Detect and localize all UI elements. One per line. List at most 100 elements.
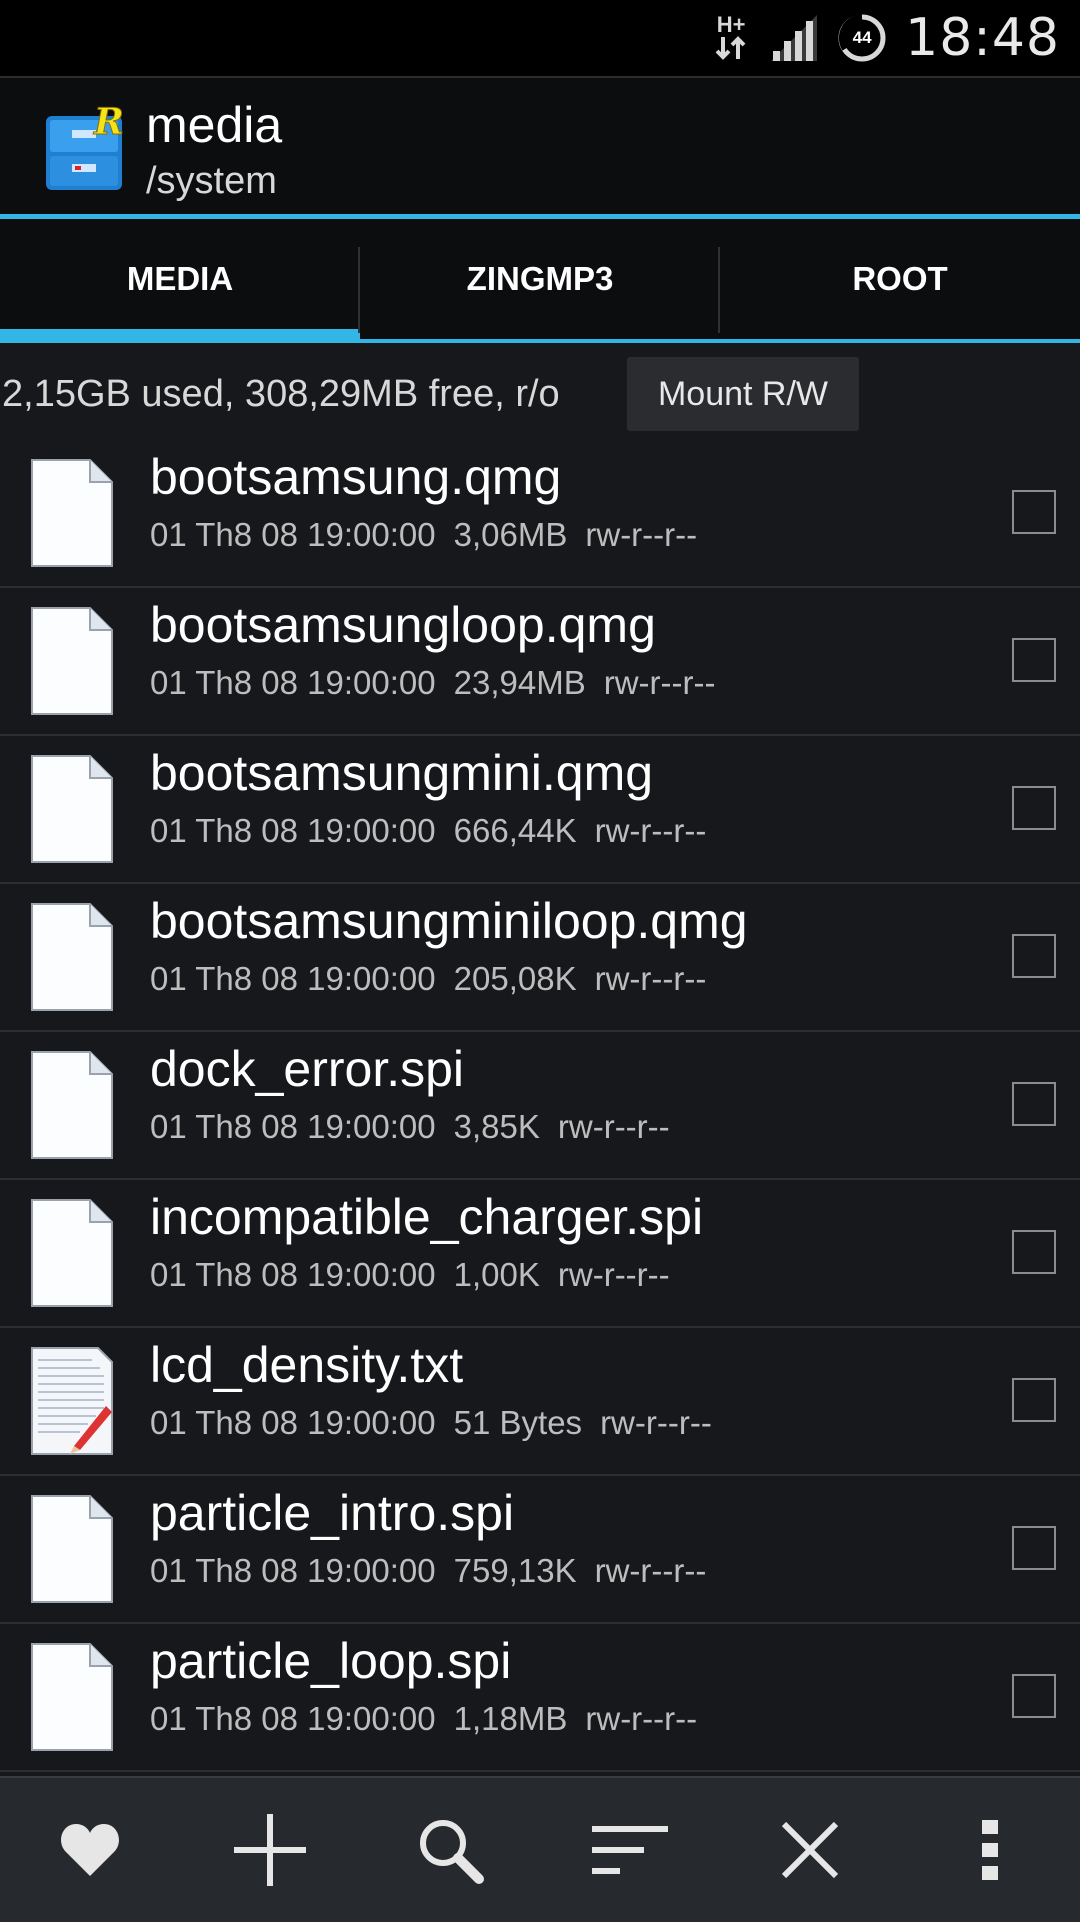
list-item[interactable]: bootsamsungmini.qmg 01 Th8 08 19:00:00 66… — [0, 736, 1080, 884]
file-size: 205,08K — [453, 960, 577, 997]
battery-icon: 44 — [837, 13, 887, 63]
file-icon — [31, 755, 113, 863]
file-permissions: rw-r--r-- — [585, 516, 698, 553]
tab-media[interactable]: MEDIA — [0, 219, 360, 343]
select-checkbox[interactable] — [1012, 934, 1056, 978]
status-bar: H+ 44 18:48 — [0, 0, 1080, 78]
list-item[interactable]: particle_intro.spi 01 Th8 08 19:00:00 759… — [0, 1476, 1080, 1624]
current-path: /system — [146, 160, 277, 202]
file-size: 666,44K — [453, 812, 577, 849]
file-size: 759,13K — [453, 1552, 577, 1589]
list-item[interactable]: lcd_density.txt 01 Th8 08 19:00:00 51 Byt… — [0, 1328, 1080, 1476]
file-permissions: rw-r--r-- — [557, 1256, 670, 1293]
file-date: 01 Th8 08 19:00:00 — [150, 812, 436, 849]
select-checkbox[interactable] — [1012, 786, 1056, 830]
select-checkbox[interactable] — [1012, 638, 1056, 682]
file-size: 3,85K — [453, 1108, 540, 1145]
file-name: bootsamsung.qmg — [150, 449, 562, 505]
file-icon — [31, 1051, 113, 1159]
select-checkbox[interactable] — [1012, 1674, 1056, 1718]
file-permissions: rw-r--r-- — [594, 812, 707, 849]
file-date: 01 Th8 08 19:00:00 — [150, 1552, 436, 1589]
file-size: 1,00K — [453, 1256, 540, 1293]
network-type: H+ — [716, 12, 746, 37]
close-icon — [781, 1821, 839, 1879]
file-name: particle_intro.spi — [150, 1485, 515, 1541]
heart-icon — [61, 1824, 119, 1876]
plus-icon — [234, 1814, 306, 1886]
file-icon — [31, 459, 113, 567]
file-meta: 01 Th8 08 19:00:00 759,13K rw-r--r-- — [150, 1552, 724, 1590]
tab-bar: MEDIA ZINGMP3 ROOT — [0, 219, 1080, 343]
list-item[interactable]: particle_loop.spi 01 Th8 08 19:00:00 1,18… — [0, 1624, 1080, 1772]
file-meta: 01 Th8 08 19:00:00 3,85K rw-r--r-- — [150, 1108, 688, 1146]
file-meta: 01 Th8 08 19:00:00 23,94MB rw-r--r-- — [150, 664, 733, 702]
file-date: 01 Th8 08 19:00:00 — [150, 516, 436, 553]
file-list: bootsamsung.qmg 01 Th8 08 19:00:00 3,06MB… — [0, 440, 1080, 1776]
new-item-button[interactable] — [210, 1790, 330, 1910]
file-date: 01 Th8 08 19:00:00 — [150, 960, 436, 997]
text-file-icon — [31, 1347, 113, 1455]
file-name: lcd_density.txt — [150, 1337, 464, 1393]
sort-icon — [592, 1826, 668, 1874]
file-permissions: rw-r--r-- — [594, 1552, 707, 1589]
file-date: 01 Th8 08 19:00:00 — [150, 664, 436, 701]
overflow-menu-button[interactable] — [930, 1790, 1050, 1910]
select-checkbox[interactable] — [1012, 1082, 1056, 1126]
file-meta: 01 Th8 08 19:00:00 1,00K rw-r--r-- — [150, 1256, 688, 1294]
select-checkbox[interactable] — [1012, 1526, 1056, 1570]
file-name: dock_error.spi — [150, 1041, 465, 1097]
favorites-button[interactable] — [30, 1790, 150, 1910]
tab-label: MEDIA — [126, 260, 234, 297]
sort-button[interactable] — [570, 1790, 690, 1910]
signal-icon — [771, 15, 818, 61]
select-checkbox[interactable] — [1012, 1230, 1056, 1274]
file-name: incompatible_charger.spi — [150, 1189, 704, 1245]
select-checkbox[interactable] — [1012, 1378, 1056, 1422]
list-item[interactable]: bootsamsung.qmg 01 Th8 08 19:00:00 3,06MB… — [0, 440, 1080, 588]
list-item[interactable]: bootsamsungminiloop.qmg 01 Th8 08 19:00:… — [0, 884, 1080, 1032]
file-date: 01 Th8 08 19:00:00 — [150, 1700, 436, 1737]
file-permissions: rw-r--r-- — [585, 1700, 698, 1737]
action-bar: R media /system — [0, 78, 1080, 219]
file-meta: 01 Th8 08 19:00:00 205,08K rw-r--r-- — [150, 960, 724, 998]
file-permissions: rw-r--r-- — [594, 960, 707, 997]
list-item[interactable]: incompatible_charger.spi 01 Th8 08 19:00… — [0, 1180, 1080, 1328]
file-permissions: rw-r--r-- — [557, 1108, 670, 1145]
tab-zingmp3[interactable]: ZINGMP3 — [360, 219, 720, 343]
file-date: 01 Th8 08 19:00:00 — [150, 1108, 436, 1145]
file-permissions: rw-r--r-- — [600, 1404, 712, 1441]
file-date: 01 Th8 08 19:00:00 — [150, 1256, 436, 1293]
overflow-menu-icon — [982, 1820, 998, 1880]
file-meta: 01 Th8 08 19:00:00 1,18MB rw-r--r-- — [150, 1700, 715, 1738]
search-icon — [420, 1820, 484, 1884]
list-item[interactable]: dock_error.spi 01 Th8 08 19:00:00 3,85K rw… — [0, 1032, 1080, 1180]
page-title: media — [146, 97, 283, 153]
close-button[interactable] — [750, 1790, 870, 1910]
search-button[interactable] — [390, 1790, 510, 1910]
file-icon — [31, 1643, 113, 1751]
app-logo-icon[interactable]: R — [42, 102, 126, 194]
svg-text:R: R — [93, 102, 124, 143]
file-permissions: rw-r--r-- — [603, 664, 716, 701]
storage-info-bar: 2,15GB used, 308,29MB free, r/o Mount R/… — [0, 343, 1080, 443]
mount-rw-button[interactable]: Mount R/W — [627, 357, 859, 431]
file-name: bootsamsungminiloop.qmg — [150, 893, 748, 949]
file-meta: 01 Th8 08 19:00:00 666,44K rw-r--r-- — [150, 812, 724, 850]
file-date: 01 Th8 08 19:00:00 — [150, 1404, 436, 1441]
file-icon — [31, 1495, 113, 1603]
select-checkbox[interactable] — [1012, 490, 1056, 534]
tab-root[interactable]: ROOT — [720, 219, 1080, 343]
clock: 18:48 — [905, 8, 1060, 68]
storage-usage-text: 2,15GB used, 308,29MB free, r/o — [2, 373, 560, 415]
file-name: particle_loop.spi — [150, 1633, 512, 1689]
list-item[interactable]: bootsamsungloop.qmg 01 Th8 08 19:00:00 23… — [0, 588, 1080, 736]
file-icon — [31, 1199, 113, 1307]
file-name: bootsamsungmini.qmg — [150, 745, 654, 801]
file-meta: 01 Th8 08 19:00:00 3,06MB rw-r--r-- — [150, 516, 715, 554]
file-name: bootsamsungloop.qmg — [150, 597, 656, 653]
file-size: 1,18MB — [453, 1700, 568, 1737]
file-icon — [31, 607, 113, 715]
battery-level: 44 — [852, 28, 872, 47]
tab-label: ZINGMP3 — [466, 260, 614, 297]
